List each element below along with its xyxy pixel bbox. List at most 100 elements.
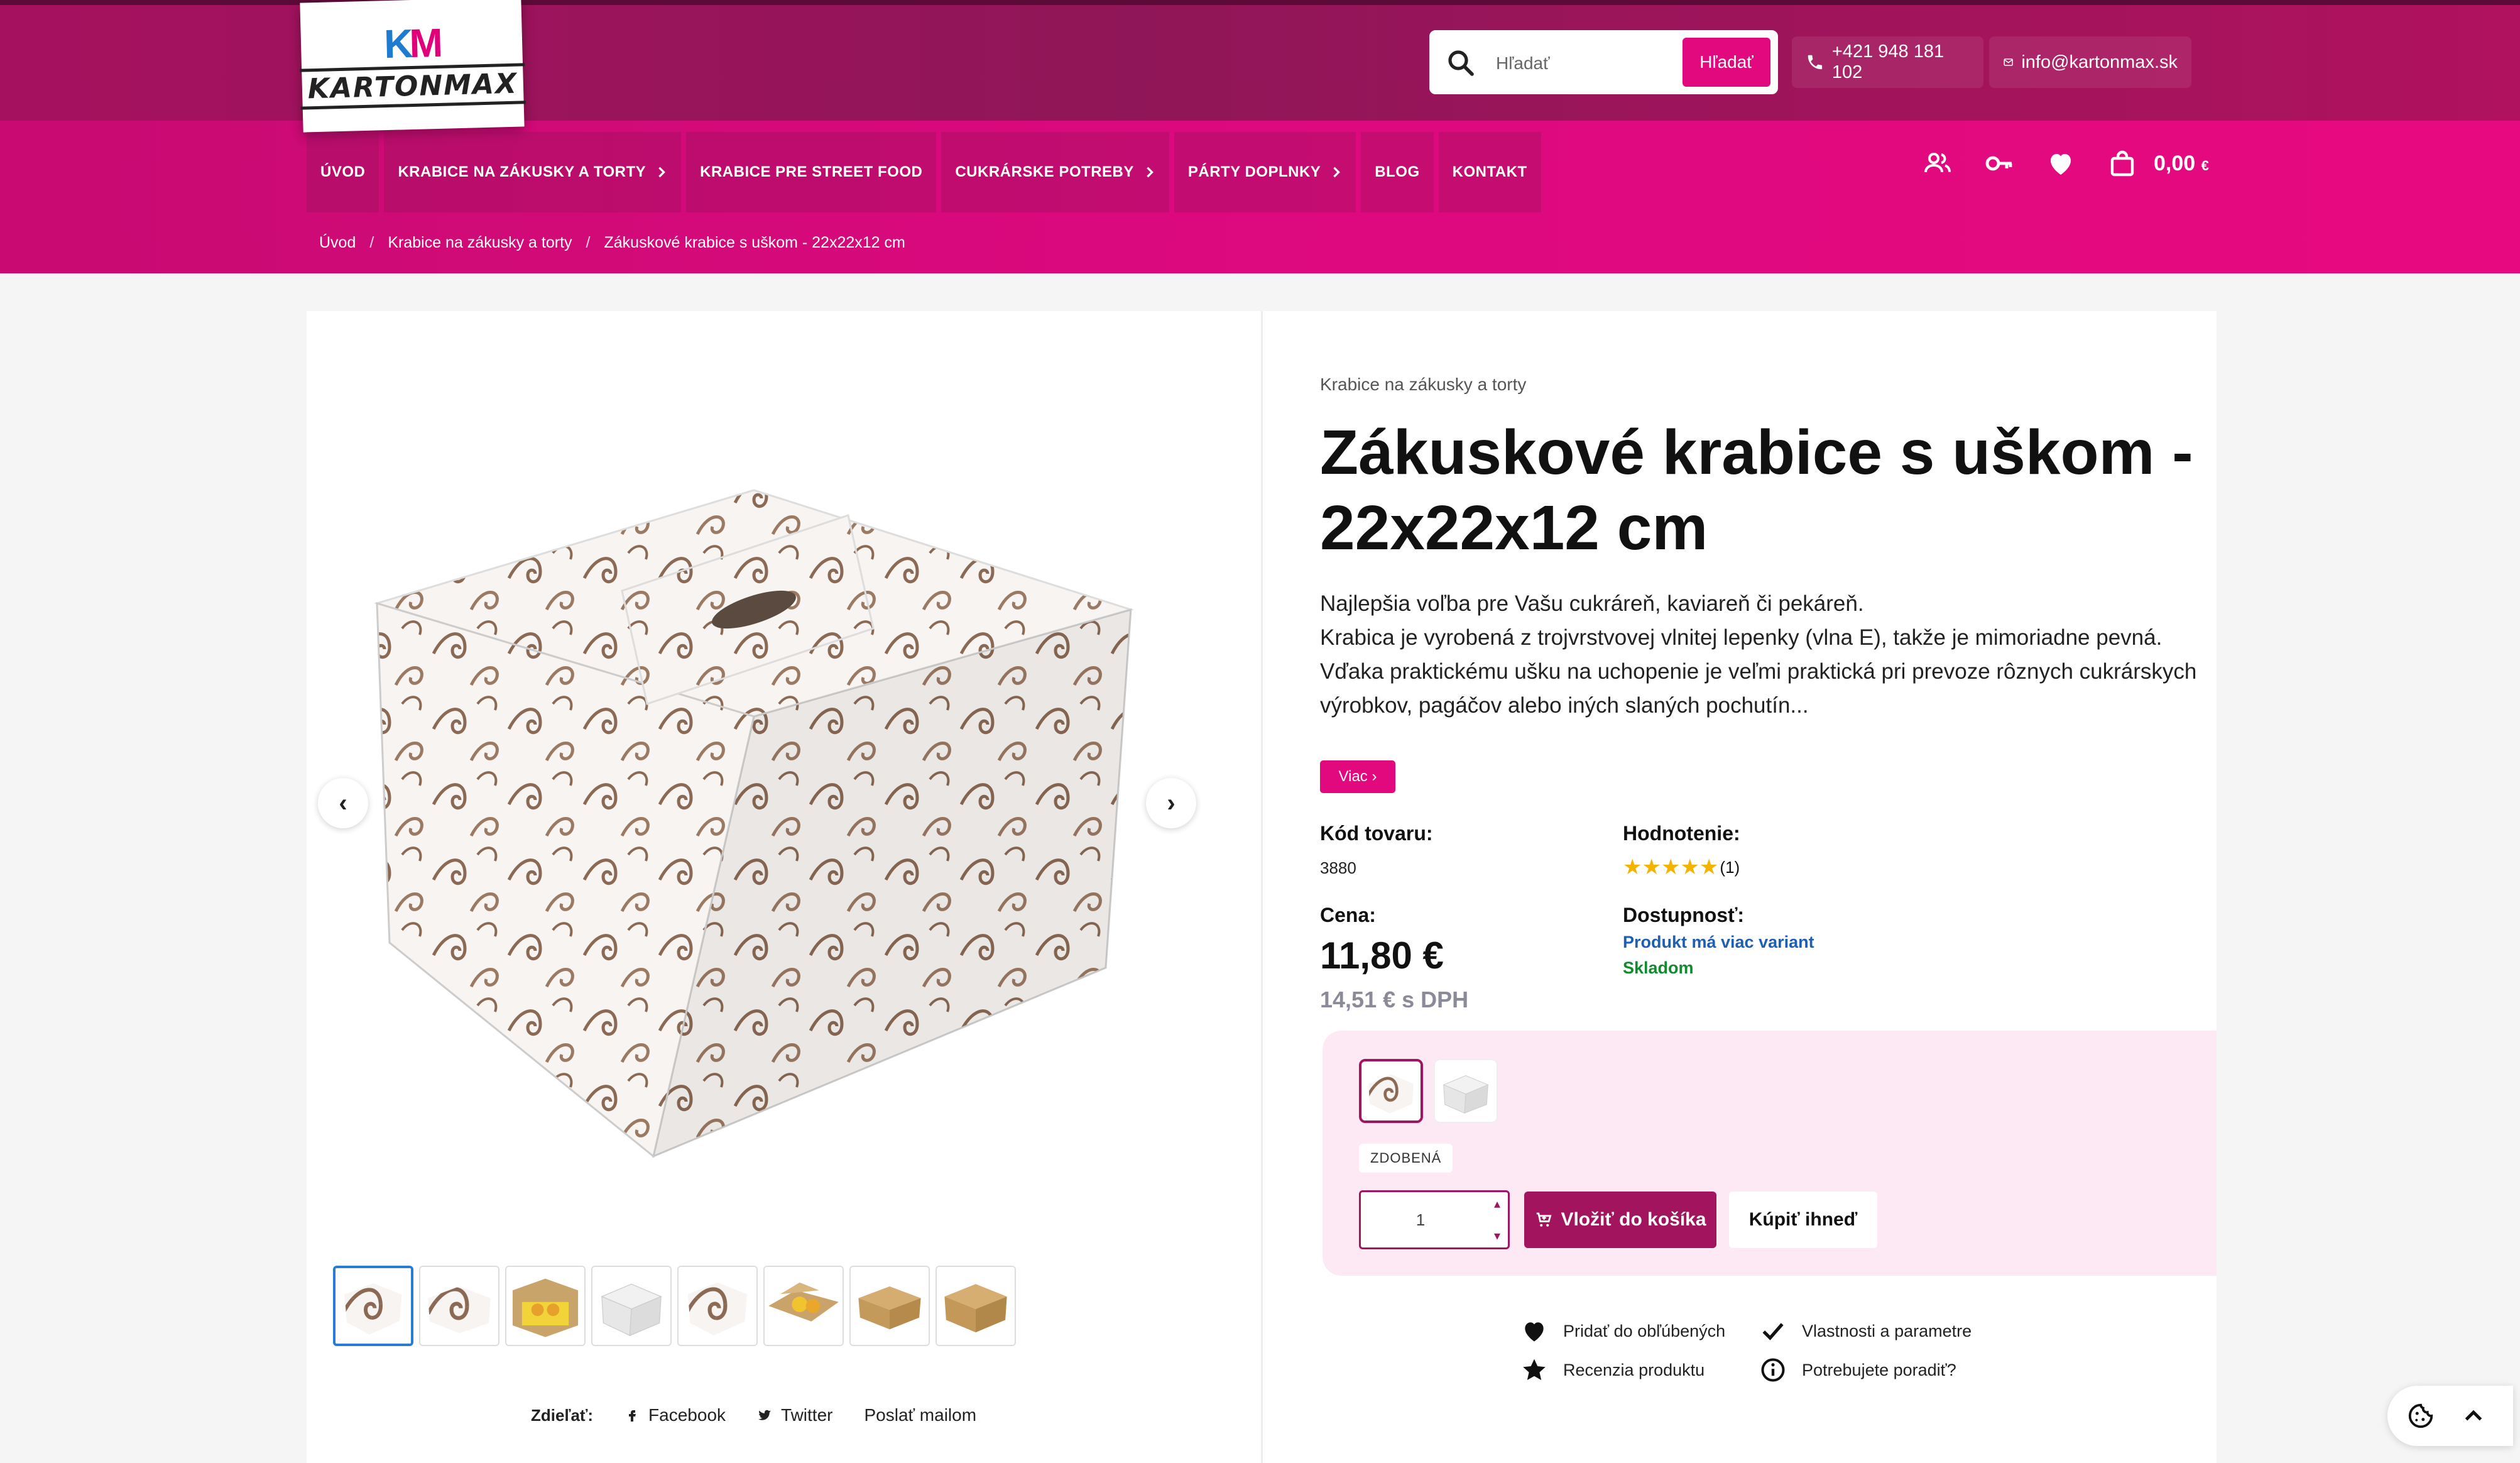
facebook-icon [629, 1410, 636, 1422]
quantity-value[interactable]: 1 [1361, 1192, 1480, 1247]
nav-label: PÁRTY DOPLNKY [1187, 163, 1321, 180]
heart-icon[interactable] [2046, 148, 2076, 178]
cart-icon [1537, 1212, 1552, 1227]
nav-item-krabice-zakusky[interactable]: KRABICE NA ZÁKUSKY A TORTY [384, 132, 682, 212]
users-icon[interactable] [1923, 148, 1953, 178]
chevron-right-icon [1147, 167, 1154, 178]
key-icon[interactable] [1984, 148, 2014, 178]
properties-label: Vlastnosti a parametre [1802, 1321, 1972, 1340]
add-favorite-link[interactable]: Pridať do obľúbených [1520, 1317, 1725, 1345]
gallery-thumbnail[interactable] [333, 1266, 413, 1346]
email-link[interactable]: info@kartonmax.sk [1989, 36, 2191, 88]
variant-thumbnail-decorated[interactable] [1359, 1059, 1423, 1123]
product-category-link[interactable]: Krabice na zákusky a torty [1320, 375, 1526, 395]
chevron-up-icon[interactable] [2459, 1401, 2488, 1430]
rating-label: Hodnotenie: [1623, 822, 1740, 845]
share-label: Zdieľať: [531, 1405, 594, 1425]
review-link[interactable]: Recenzia produktu [1520, 1356, 1705, 1384]
rating[interactable]: ★★★★★ (1) [1623, 857, 1740, 878]
nav-item-cukrarske-potreby[interactable]: CUKRÁRSKE POTREBY [941, 132, 1169, 212]
share-email-label: Poslať mailom [864, 1405, 977, 1425]
breadcrumb-item-home[interactable]: Úvod [319, 234, 356, 252]
email-address: info@kartonmax.sk [2021, 52, 2178, 72]
add-to-cart-button[interactable]: Vložiť do košíka [1524, 1192, 1716, 1248]
advice-link[interactable]: Potrebujete poradiť? [1759, 1356, 1956, 1384]
star-icon [1523, 1359, 1546, 1380]
availability-variants: Produkt má viac variant [1623, 933, 1814, 951]
description-line-2: Krabica je vyrobená z trojvrstvovej vlni… [1320, 625, 2197, 718]
gallery-thumbnail[interactable] [505, 1266, 586, 1346]
gallery-next-button[interactable]: › [1146, 778, 1196, 828]
phone-icon [1808, 55, 1823, 70]
gallery-thumbnails [333, 1266, 1016, 1346]
nav-label: KRABICE NA ZÁKUSKY A TORTY [398, 163, 646, 180]
phone-number: +421 948 181 102 [1831, 41, 1945, 82]
search-icon [1448, 50, 1474, 76]
share-bar: Zdieľať: Facebook Twitter Poslať mailom [531, 1405, 976, 1425]
product-price-vat: 14,51 € s DPH [1320, 987, 1469, 1012]
nav-item-kontakt[interactable]: KONTAKT [1438, 132, 1541, 212]
quantity-up-icon[interactable]: ▴ [1494, 1196, 1500, 1212]
chevron-right-icon [1333, 167, 1341, 178]
cookie-icon[interactable] [2406, 1401, 2435, 1430]
chevron-right-icon [658, 167, 666, 178]
product-main-image[interactable] [352, 465, 1156, 1181]
more-button[interactable]: Viac › [1320, 760, 1395, 793]
share-twitter-label: Twitter [781, 1405, 833, 1425]
variant-label: ZDOBENÁ [1359, 1144, 1453, 1173]
heart-icon [1525, 1322, 1544, 1342]
gallery-thumbnail[interactable] [935, 1266, 1016, 1346]
share-twitter-link[interactable]: Twitter [757, 1405, 832, 1425]
gallery-thumbnail[interactable] [763, 1266, 844, 1346]
nav-label: CUKRÁRSKE POTREBY [955, 163, 1134, 180]
logo-text: KARTONMAX [300, 62, 526, 110]
breadcrumb-item-category[interactable]: Krabice na zákusky a torty [388, 234, 572, 252]
availability-stock: Skladom [1623, 958, 1694, 977]
product-code: 3880 [1320, 858, 1356, 877]
breadcrumb-separator: / [369, 234, 374, 251]
cart-bag-icon[interactable] [2107, 148, 2137, 178]
phone-link[interactable]: +421 948 181 102 [1792, 36, 1983, 88]
gallery-thumbnail[interactable] [419, 1266, 499, 1346]
gallery-thumbnail[interactable] [591, 1266, 672, 1346]
share-email-link[interactable]: Poslať mailom [864, 1405, 976, 1425]
cart-total-value: 0,00 [2154, 151, 2196, 175]
next-arrow-icon: › [1167, 789, 1175, 817]
nav-label: KRABICE PRE STREET FOOD [700, 163, 923, 180]
breadcrumb-item-current: Zákuskové krabice s uškom - 22x22x12 cm [604, 234, 905, 251]
cart-currency: € [2201, 157, 2209, 173]
properties-link[interactable]: Vlastnosti a parametre [1759, 1317, 1972, 1345]
nav-item-street-food[interactable]: KRABICE PRE STREET FOOD [686, 132, 937, 212]
mail-icon [2004, 58, 2013, 66]
share-facebook-label: Facebook [648, 1405, 726, 1425]
user-icons: 0,00 € [1923, 148, 2209, 178]
site-logo[interactable]: KM KARTONMAX [300, 0, 526, 133]
cart-total[interactable]: 0,00 € [2154, 151, 2209, 176]
advice-label: Potrebujete poradiť? [1802, 1360, 1956, 1379]
code-label: Kód tovaru: [1320, 822, 1433, 845]
buy-now-button[interactable]: Kúpiť ihneď [1729, 1192, 1877, 1248]
nav-item-blog[interactable]: BLOG [1361, 132, 1434, 212]
cookie-widget [2387, 1386, 2513, 1446]
breadcrumb: Úvod / Krabice na zákusky a torty / Záku… [319, 234, 905, 252]
nav-label: KONTAKT [1452, 163, 1527, 180]
logo-mark-icon: KM [383, 19, 440, 67]
nav-label: BLOG [1375, 163, 1420, 180]
twitter-icon [758, 1410, 772, 1420]
gallery-thumbnail[interactable] [677, 1266, 758, 1346]
breadcrumb-separator: / [586, 234, 591, 251]
nav-item-uvod[interactable]: ÚVOD [307, 132, 379, 212]
gallery-thumbnail[interactable] [849, 1266, 930, 1346]
review-label: Recenzia produktu [1563, 1360, 1705, 1379]
description-line-1: Najlepšia voľba pre Vašu cukráreň, kavia… [1320, 591, 1864, 616]
search-button[interactable]: Hľadať [1683, 38, 1770, 87]
variant-thumbnail-plain[interactable] [1434, 1059, 1498, 1123]
share-facebook-link[interactable]: Facebook [625, 1405, 726, 1425]
nav-item-party-doplnky[interactable]: PÁRTY DOPLNKY [1174, 132, 1356, 212]
quantity-down-icon[interactable]: ▾ [1494, 1228, 1500, 1244]
quantity-stepper[interactable]: 1 ▴ ▾ [1359, 1190, 1510, 1249]
main-nav: ÚVOD KRABICE NA ZÁKUSKY A TORTY KRABICE … [307, 132, 1541, 212]
column-divider [1261, 311, 1263, 1463]
product-description: Najlepšia voľba pre Vašu cukráreň, kavia… [1320, 587, 2200, 723]
gallery-prev-button[interactable]: ‹ [318, 778, 368, 828]
